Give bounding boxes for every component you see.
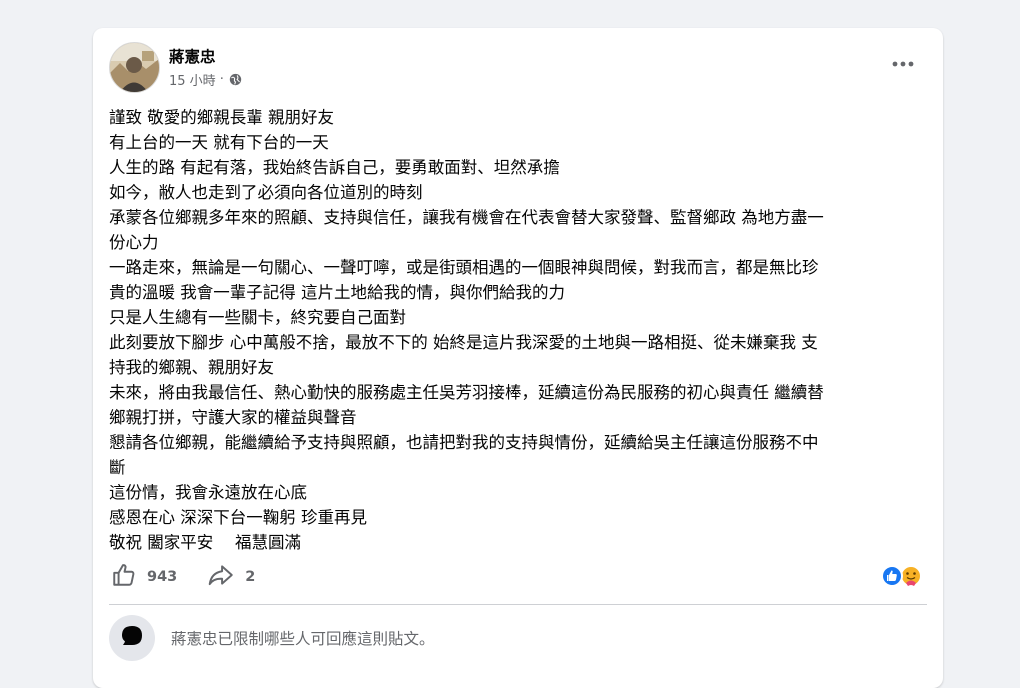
restriction-icon-circle <box>109 615 155 661</box>
more-options-icon[interactable] <box>883 50 923 78</box>
post-line: 持我的鄉親、親朋好友 <box>109 358 274 377</box>
post-meta: 15 小時 · <box>169 70 242 89</box>
post-line: 鄉親打拼，守護大家的權益與聲音 <box>109 408 357 427</box>
post-line: 份心力 <box>109 233 159 252</box>
post-line: 貴的溫暖 我會一輩子記得 這片土地給我的情，與你們給我的力 <box>109 283 565 302</box>
post-line: 只是人生總有一些關卡，終究要自己面對 <box>109 308 406 327</box>
like-count: 943 <box>147 569 178 585</box>
comments-divider <box>109 604 927 605</box>
post-timestamp[interactable]: 15 小時 <box>169 70 216 89</box>
post-line: 如今，敝人也走到了必須向各位道別的時刻 <box>109 183 423 202</box>
restriction-message: 蔣憲忠已限制哪些人可回應這則貼文。 <box>171 630 435 648</box>
globe-icon[interactable] <box>229 73 242 86</box>
like-icon <box>111 562 137 592</box>
care-reaction-icon <box>900 565 922 587</box>
post-line: 感恩在心 深深下台一鞠躬 珍重再見 <box>109 508 367 527</box>
post-line: 一路走來，無論是一句關心、一聲叮嚀，或是街頭相遇的一個眼神與問候，對我而言，都是… <box>109 258 819 277</box>
post-line: 此刻要放下腳步 心中萬般不捨，最放不下的 始終是這片我深愛的土地與一路相挺、從未… <box>109 333 818 352</box>
reactions-summary[interactable] <box>879 561 929 591</box>
share-button[interactable]: 2 <box>207 562 255 592</box>
post-line: 敬祝 闔家平安 福慧圓滿 <box>109 533 301 552</box>
post-line: 謹致 敬愛的鄉親長輩 親朋好友 <box>109 108 334 127</box>
post-line: 有上台的一天 就有下台的一天 <box>109 133 329 152</box>
like-button[interactable]: 943 <box>111 562 177 592</box>
comment-restriction-notice: 蔣憲忠已限制哪些人可回應這則貼文。 <box>109 614 927 662</box>
post-line: 斷 <box>109 458 126 477</box>
like-reaction-icon <box>881 565 903 587</box>
post-line: 人生的路 有起有落，我始終告訴自己，要勇敢面對、坦然承擔 <box>109 158 560 177</box>
author-avatar[interactable] <box>109 42 160 93</box>
meta-separator: · <box>219 72 224 87</box>
post-body: 謹致 敬愛的鄉親長輩 親朋好友 有上台的一天 就有下台的一天 人生的路 有起有落… <box>109 105 929 555</box>
post-actions: 943 2 <box>111 561 255 593</box>
post-line: 這份情，我會永遠放在心底 <box>109 483 307 502</box>
share-icon <box>207 562 235 592</box>
post-line: 懇請各位鄉親，能繼續給予支持與照顧，也請把對我的支持與情份，延續給吳主任讓這份服… <box>109 433 819 452</box>
author-name[interactable]: 蔣憲忠 <box>169 45 216 67</box>
speech-bubble-icon <box>120 624 144 652</box>
post-card: 蔣憲忠 15 小時 · 謹致 敬愛的鄉親長輩 親朋好友 有上台的一天 就有下台的… <box>93 28 943 688</box>
share-count: 2 <box>245 569 256 585</box>
post-line: 承蒙各位鄉親多年來的照顧、支持與信任，讓我有機會在代表會替大家發聲、監督鄉政 為… <box>109 208 824 227</box>
post-line: 未來，將由我最信任、熱心勤快的服務處主任吳芳羽接棒，延續這份為民服務的初心與責任… <box>109 383 824 402</box>
